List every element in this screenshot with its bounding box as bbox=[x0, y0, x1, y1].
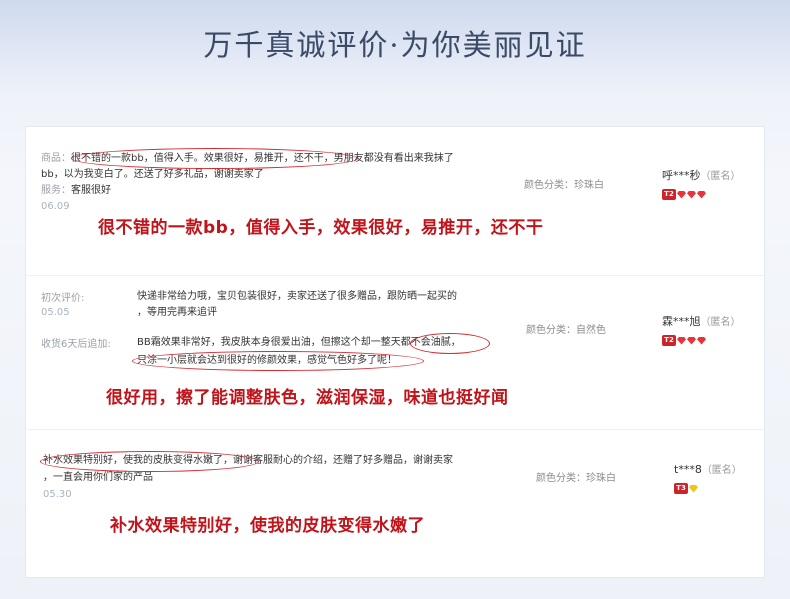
reviewer-rank: T2 bbox=[662, 184, 706, 203]
reviewer-rank: T3 bbox=[674, 478, 698, 497]
first-review-label: 初次评价: bbox=[41, 293, 85, 304]
service-line: 服务：客服很好 bbox=[41, 185, 111, 196]
diamond-icon bbox=[689, 484, 698, 493]
divider bbox=[26, 275, 764, 276]
level-badge-icon: T2 bbox=[662, 189, 676, 200]
sku-spec: 颜色分类：珍珠白 bbox=[536, 473, 616, 484]
reviewer-rank: T2 bbox=[662, 330, 706, 349]
review-text-line: 商品：很不错的一款bb，值得入手。效果很好，易推开，还不干，男朋友都没有看出来我… bbox=[41, 153, 454, 164]
review-text-line: 补水效果特别好，使我的皮肤变得水嫩了，谢谢客服耐心的介绍，还赠了好多赠品，谢谢卖… bbox=[43, 455, 453, 466]
heart-icon bbox=[687, 190, 696, 199]
heart-icon bbox=[677, 190, 686, 199]
page-title: 万千真诚评价·为你美丽见证 bbox=[203, 28, 587, 62]
review-text-line: ，一直会用你们家的产品 bbox=[43, 472, 153, 483]
reviews-panel: 商品：很不错的一款bb，值得入手。效果很好，易推开，还不干，男朋友都没有看出来我… bbox=[25, 126, 765, 578]
sku-spec: 颜色分类：自然色 bbox=[526, 325, 606, 336]
highlight-caption: 很好用，擦了能调整肤色，滋润保湿，味道也挺好闻 bbox=[106, 388, 509, 408]
reviewer-name: 霖***旭（匿名） bbox=[662, 315, 741, 328]
reviewer-name: 呼***秒（匿名） bbox=[662, 169, 741, 182]
heart-icon bbox=[677, 336, 686, 345]
heart-icon bbox=[697, 190, 706, 199]
review-text-line: 只涂一小层就会达到很好的修颜效果，感觉气色好多了呢！ bbox=[137, 355, 397, 366]
follow-up-label: 收货6天后追加: bbox=[41, 339, 111, 350]
review-text-line: bb，以为我变白了。还送了好多礼品，谢谢卖家了 bbox=[41, 169, 264, 180]
heart-icon bbox=[697, 336, 706, 345]
highlight-caption: 补水效果特别好，使我的皮肤变得水嫩了 bbox=[110, 516, 425, 536]
review-date: 05.05 bbox=[41, 307, 70, 318]
heart-icon bbox=[687, 336, 696, 345]
divider bbox=[26, 429, 764, 430]
level-badge-icon: T2 bbox=[662, 335, 676, 346]
level-badge-icon: T3 bbox=[674, 483, 688, 494]
review-text-line: ，等用完再来追评 bbox=[137, 307, 217, 318]
sku-spec: 颜色分类：珍珠白 bbox=[524, 180, 604, 191]
review-date: 05.30 bbox=[43, 489, 72, 500]
review-text-line: BB霜效果非常好，我皮肤本身很爱出油，但擦这个却一整天都不会油腻， bbox=[137, 337, 461, 348]
review-date: 06.09 bbox=[41, 201, 70, 212]
reviewer-name: t***8（匿名） bbox=[674, 463, 742, 476]
review-text-line: 快递非常给力哦，宝贝包装很好，卖家还送了很多赠品，跟防晒一起买的 bbox=[137, 291, 457, 302]
highlight-caption: 很不错的一款bb，值得入手，效果很好，易推开，还不干 bbox=[98, 218, 544, 238]
